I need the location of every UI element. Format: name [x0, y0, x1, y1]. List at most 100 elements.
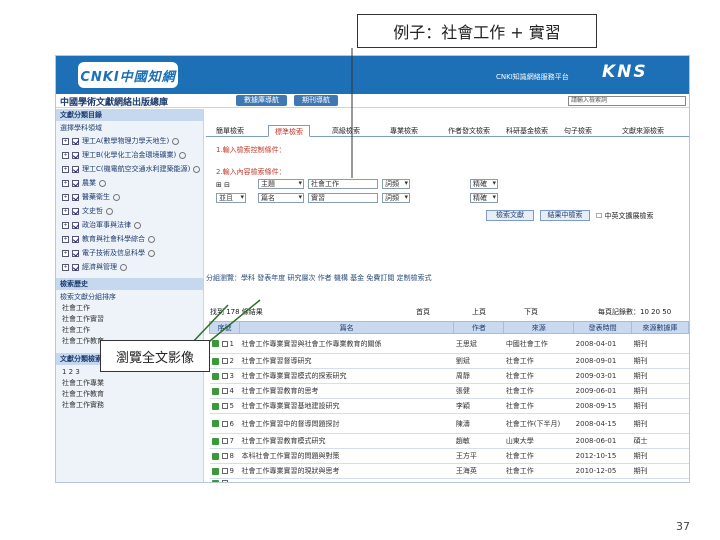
- search-button[interactable]: 檢索文獻: [486, 210, 534, 221]
- table-row[interactable]: 6 社會工作實習中的督導問題探討 陳濤 社會工作(下半月) 2008-04-15 期刊: [209, 413, 689, 434]
- column-header[interactable]: 來源: [503, 321, 575, 334]
- field-select-2[interactable]: 篇名: [258, 193, 304, 203]
- download-icon[interactable]: [211, 452, 219, 460]
- tab-0[interactable]: 簡單檢索: [210, 125, 250, 137]
- expand-icon[interactable]: +: [62, 137, 69, 145]
- title-link[interactable]: 社會工作實習教育的思考: [239, 383, 454, 399]
- row-checkbox[interactable]: [221, 420, 228, 427]
- checkbox-icon[interactable]: [72, 151, 79, 159]
- row-checkbox[interactable]: [221, 480, 228, 482]
- category-result-item[interactable]: 社會工作實務: [56, 400, 203, 411]
- expand-icon[interactable]: +: [62, 165, 69, 173]
- title-link[interactable]: 社會工作實習教育模式研究: [239, 433, 454, 449]
- magnifier-icon[interactable]: [172, 137, 180, 145]
- source-cell[interactable]: 社會工作: [503, 448, 574, 464]
- column-header[interactable]: 序號: [209, 321, 240, 334]
- chinese-english-option[interactable]: ☐ 中英文擴展檢索: [596, 211, 654, 221]
- download-icon[interactable]: [211, 402, 219, 410]
- table-row[interactable]: 8 本科社會工作實習的問題與對策 王方平 社會工作 2012-10-15 期刊: [209, 448, 689, 464]
- group-filter-bar[interactable]: 分組瀏覽：學科 發表年度 研究層次 作者 機構 基金 免費訂閱 定制檢索式: [206, 273, 689, 283]
- row-checkbox[interactable]: [221, 453, 228, 459]
- sidebar-category-item[interactable]: + 電子技術及信息科學: [56, 246, 203, 260]
- expand-icon[interactable]: +: [62, 263, 69, 271]
- table-row[interactable]: 3 社會工作專業實習模式的探索研究 周靜 社會工作 2009-03-01 期刊: [209, 368, 689, 384]
- match-select-1[interactable]: 精確: [470, 179, 498, 189]
- source-cell[interactable]: 社會工作: [503, 398, 574, 414]
- magnifier-icon[interactable]: [148, 235, 155, 243]
- title-link[interactable]: 社會工作專業實習的現狀與思考: [239, 463, 454, 479]
- title-link[interactable]: 本科社會工作實習的問題與對策: [239, 448, 454, 464]
- table-row[interactable]: 5 社會工作專業實習基地建設研究 李穎 社會工作 2008-09-15 期刊: [209, 398, 689, 414]
- tab-2[interactable]: 高級檢索: [326, 125, 366, 137]
- download-icon[interactable]: [211, 387, 219, 395]
- author-cell[interactable]: 劉斌: [453, 353, 504, 369]
- history-item[interactable]: 社會工作實習: [56, 314, 203, 325]
- magnifier-icon[interactable]: [106, 207, 113, 215]
- history-item[interactable]: 社會工作: [56, 303, 203, 314]
- author-cell[interactable]: 王海英: [453, 463, 504, 479]
- prev-page-link[interactable]: 上頁: [472, 307, 486, 317]
- column-header[interactable]: 作者: [453, 321, 505, 334]
- freq-select-1[interactable]: 詞頻: [382, 179, 410, 189]
- journal-nav-button[interactable]: 期刊導航: [294, 95, 338, 106]
- checkbox-icon[interactable]: [72, 137, 79, 145]
- source-cell[interactable]: 社會工作: [503, 463, 574, 479]
- category-result-item[interactable]: 社會工作專業: [56, 378, 203, 389]
- row-checkbox[interactable]: [221, 468, 228, 474]
- magnifier-icon[interactable]: [179, 151, 187, 159]
- table-row[interactable]: 1 社會工作專業實習與社會工作專業教育的關係 王思斌 中國社會工作 2008-04-01…: [209, 333, 689, 354]
- tab-7[interactable]: 文獻來源檢索: [616, 125, 670, 137]
- tab-3[interactable]: 專業檢索: [384, 125, 424, 137]
- author-cell[interactable]: 張健: [453, 383, 504, 399]
- title-link[interactable]: 社會工作專業實習與社會工作專業教育的關係: [239, 333, 454, 354]
- add-row-icon[interactable]: ⊞ ⊟: [216, 181, 230, 189]
- download-icon[interactable]: [211, 372, 219, 380]
- tab-4[interactable]: 作者發文檢索: [442, 125, 496, 137]
- table-row[interactable]: 7 社會工作實習教育模式研究 趙敏 山東大學 2008-06-01 碩士: [209, 433, 689, 449]
- column-header[interactable]: 篇名: [238, 321, 455, 334]
- author-cell[interactable]: 趙敏: [453, 433, 504, 449]
- table-row[interactable]: 10社會工作實習教育探析孫萍社會工作2004-06-15期刊: [209, 478, 689, 482]
- magnifier-icon[interactable]: [120, 263, 127, 271]
- checkbox-icon[interactable]: [72, 179, 79, 187]
- checkbox-icon[interactable]: [72, 263, 79, 271]
- table-row[interactable]: 4 社會工作實習教育的思考 張健 社會工作 2009-06-01 期刊: [209, 383, 689, 399]
- top-search-input[interactable]: 請輸入檢索詞: [568, 96, 686, 106]
- match-select-2[interactable]: 精確: [470, 193, 498, 203]
- title-link[interactable]: 社會工作實習督導研究: [239, 353, 454, 369]
- sidebar-category-item[interactable]: + 理工B(化學化工冶金環境礦業): [56, 148, 203, 162]
- source-cell[interactable]: 社會工作: [503, 478, 574, 482]
- author-cell[interactable]: 李穎: [453, 398, 504, 414]
- source-cell[interactable]: 社會工作(下半月): [503, 413, 574, 434]
- history-item[interactable]: 社會工作: [56, 325, 203, 336]
- checkbox-icon[interactable]: [72, 165, 79, 173]
- download-icon[interactable]: [211, 420, 219, 427]
- checkbox-icon[interactable]: [72, 207, 79, 215]
- field-select-1[interactable]: 主題: [258, 179, 304, 189]
- checkbox-icon[interactable]: [72, 221, 79, 229]
- term-input-1[interactable]: 社會工作: [308, 179, 378, 189]
- download-icon[interactable]: [211, 340, 219, 347]
- title-link[interactable]: 社會工作專業實習基地建設研究: [239, 398, 454, 414]
- sidebar-category-item[interactable]: + 醫藥衛生: [56, 190, 203, 204]
- checkbox-icon[interactable]: [72, 193, 79, 201]
- expand-icon[interactable]: +: [62, 207, 69, 215]
- table-row[interactable]: 2 社會工作實習督導研究 劉斌 社會工作 2008-09-01 期刊: [209, 353, 689, 369]
- per-page-selector[interactable]: 每頁記錄數：10 20 50: [598, 307, 671, 317]
- category-result-item[interactable]: 社會工作教育: [56, 389, 203, 400]
- table-row[interactable]: 9 社會工作專業實習的現狀與思考 王海英 社會工作 2010-12-05 期刊: [209, 463, 689, 479]
- expand-icon[interactable]: +: [62, 179, 69, 187]
- column-header[interactable]: 發表時間: [573, 321, 633, 334]
- magnifier-icon[interactable]: [193, 165, 201, 173]
- author-cell[interactable]: 陳濤: [453, 413, 504, 434]
- magnifier-icon[interactable]: [99, 179, 106, 187]
- sidebar-category-item[interactable]: + 理工C(機電航空交通水利建築能源): [56, 162, 203, 176]
- tab-6[interactable]: 句子檢索: [558, 125, 598, 137]
- next-page-link[interactable]: 下頁: [524, 307, 538, 317]
- cnki-logo[interactable]: CNKI中國知網: [78, 62, 178, 88]
- sidebar-category-item[interactable]: + 理工A(數學物理力學天地生): [56, 134, 203, 148]
- download-icon[interactable]: [211, 357, 219, 365]
- magnifier-icon[interactable]: [148, 249, 155, 257]
- tab-1[interactable]: 標準檢索: [268, 125, 310, 137]
- magnifier-icon[interactable]: [134, 221, 141, 229]
